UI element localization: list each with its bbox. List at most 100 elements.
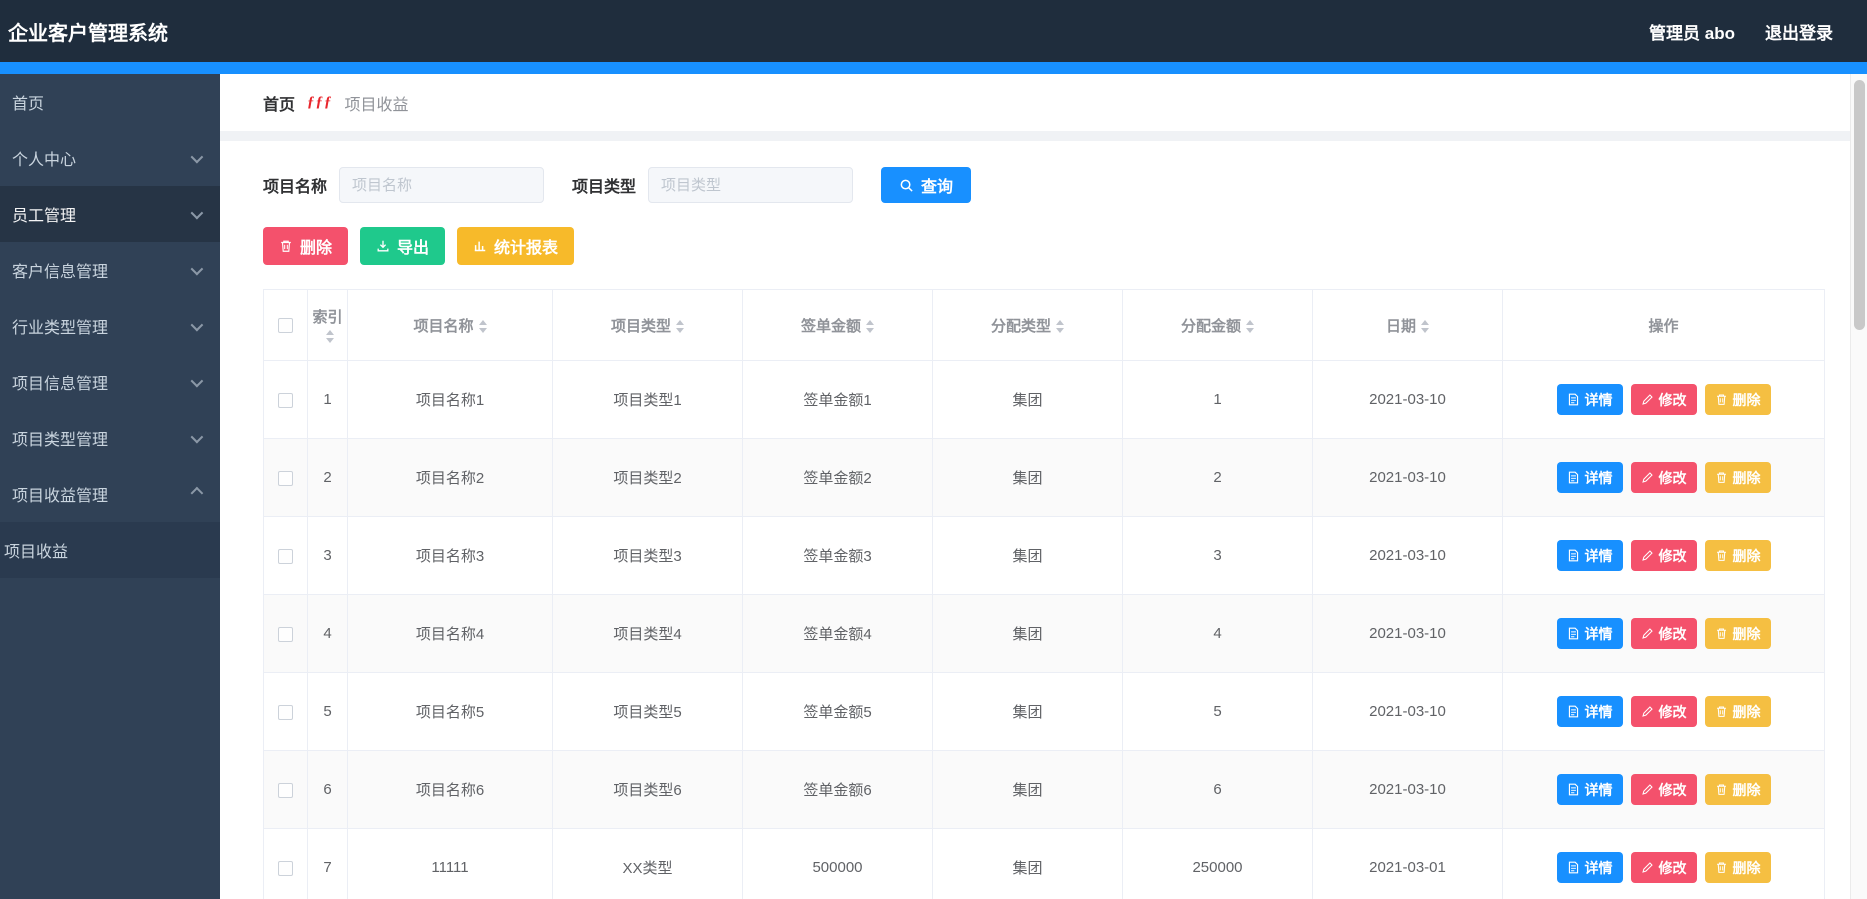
detail-button-label: 详情 bbox=[1584, 703, 1613, 720]
logout-link[interactable]: 退出登录 bbox=[1765, 19, 1833, 44]
cell-project-type: 项目类型2 bbox=[552, 438, 743, 517]
column-header-5[interactable]: 分配金额 bbox=[1122, 289, 1313, 361]
delete-button[interactable]: 删除 bbox=[1704, 540, 1771, 571]
delete-button[interactable]: 删除 bbox=[1704, 462, 1771, 493]
column-label: 项目名称 bbox=[413, 317, 474, 335]
detail-button[interactable]: 详情 bbox=[1556, 696, 1623, 727]
sidebar-item-label: 行业类型管理 bbox=[12, 320, 109, 337]
column-header-3[interactable]: 签单金额 bbox=[742, 289, 933, 361]
delete-button[interactable]: 删除 bbox=[1704, 618, 1771, 649]
column-label: 项目类型 bbox=[610, 317, 671, 335]
column-header-0[interactable]: 索引 bbox=[307, 289, 348, 361]
cell-date: 2021-03-10 bbox=[1312, 516, 1503, 595]
cell-date: 2021-03-10 bbox=[1312, 594, 1503, 673]
chevron-up-icon bbox=[190, 486, 204, 499]
edit-button[interactable]: 修改 bbox=[1630, 774, 1697, 805]
column-header-6[interactable]: 日期 bbox=[1312, 289, 1503, 361]
table-row: 7 11111 XX类型 500000 集团 250000 2021-03-01 详情 修改 删除 bbox=[263, 828, 1825, 899]
row-checkbox[interactable] bbox=[278, 392, 293, 408]
sidebar-item-home[interactable]: 首页 bbox=[0, 74, 220, 130]
column-label: 分配类型 bbox=[990, 317, 1051, 335]
cell-index: 1 bbox=[307, 360, 348, 439]
scrollbar-track[interactable] bbox=[1850, 74, 1867, 899]
cell-project-name: 项目名称4 bbox=[347, 594, 553, 673]
sidebar-item-personal-center[interactable]: 个人中心 bbox=[0, 130, 220, 186]
delete-button-label: 删除 bbox=[1732, 547, 1761, 564]
cell-sign-amount: 签单金额4 bbox=[742, 594, 933, 673]
cell-alloc-amount: 250000 bbox=[1122, 828, 1313, 899]
current-user[interactable]: 管理员 abo bbox=[1649, 19, 1735, 44]
trash-icon bbox=[1715, 783, 1728, 796]
delete-button[interactable]: 删除 bbox=[1704, 774, 1771, 805]
sidebar-item-project-type-mgmt[interactable]: 项目类型管理 bbox=[0, 410, 220, 466]
batch-delete-button[interactable]: 删除 bbox=[263, 227, 349, 265]
document-icon bbox=[1567, 783, 1580, 796]
edit-button[interactable]: 修改 bbox=[1630, 540, 1697, 571]
cell-alloc-type: 集团 bbox=[932, 360, 1123, 439]
row-checkbox-cell bbox=[263, 750, 308, 829]
edit-button[interactable]: 修改 bbox=[1630, 384, 1697, 415]
delete-button[interactable]: 删除 bbox=[1704, 852, 1771, 883]
row-checkbox[interactable] bbox=[278, 860, 293, 876]
edit-button[interactable]: 修改 bbox=[1630, 618, 1697, 649]
row-checkbox-cell bbox=[263, 672, 308, 751]
detail-button[interactable]: 详情 bbox=[1556, 774, 1623, 805]
edit-button[interactable]: 修改 bbox=[1630, 462, 1697, 493]
report-label: 统计报表 bbox=[494, 240, 559, 257]
delete-button-label: 删除 bbox=[1732, 391, 1761, 408]
sidebar-item-project-income-mgmt[interactable]: 项目收益管理 bbox=[0, 466, 220, 522]
sidebar-item-employee-mgmt[interactable]: 员工管理 bbox=[0, 186, 220, 242]
row-checkbox-cell bbox=[263, 438, 308, 517]
project-name-input[interactable] bbox=[339, 167, 545, 203]
edit-button[interactable]: 修改 bbox=[1630, 696, 1697, 727]
report-button[interactable]: 统计报表 bbox=[457, 227, 575, 265]
export-button[interactable]: 导出 bbox=[360, 227, 446, 265]
detail-button[interactable]: 详情 bbox=[1556, 540, 1623, 571]
cell-project-name: 项目名称1 bbox=[347, 360, 553, 439]
breadcrumb-home[interactable]: 首页 bbox=[263, 91, 295, 115]
sort-icon bbox=[478, 320, 487, 334]
scrollbar-thumb[interactable] bbox=[1854, 80, 1865, 330]
column-header-1[interactable]: 项目名称 bbox=[347, 289, 553, 361]
delete-button[interactable]: 删除 bbox=[1704, 384, 1771, 415]
sidebar-item-label: 客户信息管理 bbox=[12, 264, 109, 281]
detail-button[interactable]: 详情 bbox=[1556, 462, 1623, 493]
sort-icon bbox=[1056, 320, 1064, 334]
sidebar-item-label: 项目信息管理 bbox=[12, 376, 109, 393]
search-icon bbox=[899, 178, 914, 193]
sidebar-item-industry-type-mgmt[interactable]: 行业类型管理 bbox=[0, 298, 220, 354]
sidebar-item-project-info-mgmt[interactable]: 项目信息管理 bbox=[0, 354, 220, 410]
row-checkbox[interactable] bbox=[278, 470, 293, 486]
cell-alloc-type: 集团 bbox=[932, 828, 1123, 899]
detail-button[interactable]: 详情 bbox=[1556, 852, 1623, 883]
row-checkbox[interactable] bbox=[278, 626, 293, 642]
select-all-checkbox[interactable] bbox=[278, 318, 293, 334]
cell-project-name: 项目名称2 bbox=[347, 438, 553, 517]
sidebar-item-project-income[interactable]: 项目收益 bbox=[0, 522, 220, 578]
row-checkbox[interactable] bbox=[278, 548, 293, 564]
column-header-2[interactable]: 项目类型 bbox=[552, 289, 743, 361]
sidebar-item-label: 项目类型管理 bbox=[12, 432, 109, 449]
cell-index: 7 bbox=[307, 828, 348, 899]
detail-button[interactable]: 详情 bbox=[1556, 384, 1623, 415]
table-row: 5 项目名称5 项目类型5 签单金额5 集团 5 2021-03-10 详情 修改 删除 bbox=[263, 672, 1825, 751]
row-checkbox[interactable] bbox=[278, 704, 293, 720]
data-table: 索引 项目名称 项目类型 签单金额 分配类型 分配金额 日期 操作 1 项目名称1 项目类型1 签单… bbox=[263, 289, 1825, 899]
trash-icon bbox=[1715, 861, 1728, 874]
project-type-input[interactable] bbox=[648, 167, 854, 203]
edit-button[interactable]: 修改 bbox=[1630, 852, 1697, 883]
download-icon bbox=[376, 239, 390, 253]
chevron-down-icon bbox=[190, 374, 204, 387]
column-header-4[interactable]: 分配类型 bbox=[932, 289, 1123, 361]
delete-button[interactable]: 删除 bbox=[1704, 696, 1771, 727]
project-type-label: 项目类型 bbox=[572, 179, 637, 196]
sidebar-item-label: 个人中心 bbox=[12, 152, 77, 169]
cell-project-type: 项目类型1 bbox=[552, 360, 743, 439]
row-checkbox[interactable] bbox=[278, 782, 293, 798]
sidebar-item-customer-info-mgmt[interactable]: 客户信息管理 bbox=[0, 242, 220, 298]
table-header-row: 索引 项目名称 项目类型 签单金额 分配类型 分配金额 日期 操作 bbox=[263, 289, 1825, 361]
detail-button[interactable]: 详情 bbox=[1556, 618, 1623, 649]
query-button[interactable]: 查询 bbox=[881, 167, 972, 203]
breadcrumb-current: 项目收益 bbox=[344, 96, 409, 114]
bar-chart-icon bbox=[473, 239, 487, 253]
